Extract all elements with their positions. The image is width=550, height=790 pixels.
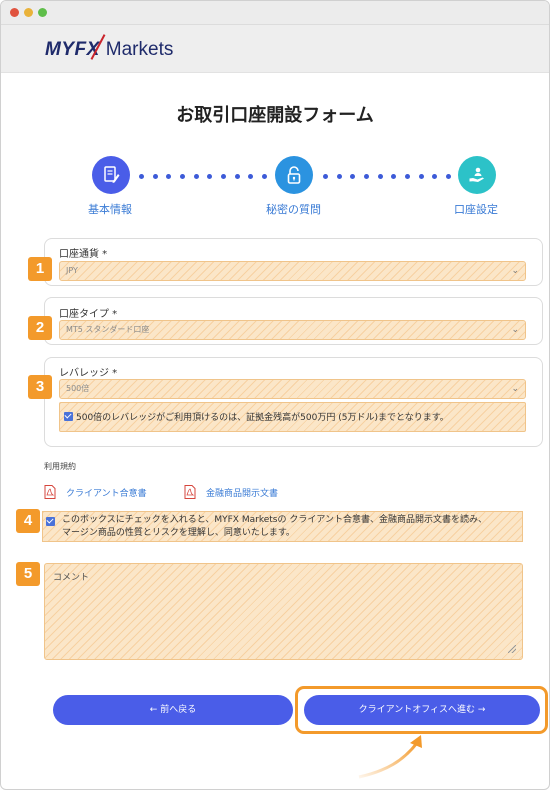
step-1-icon (92, 156, 130, 194)
step-3-label: 口座設定 (454, 203, 498, 216)
myfx-logo[interactable]: MYFX Markets (45, 34, 174, 63)
step-badge-5: 5 (16, 562, 40, 586)
step-badge-1: 1 (28, 257, 52, 281)
close-window-dot[interactable] (10, 8, 19, 17)
disclosure-document-link[interactable]: 金融商品開示文書 (184, 485, 278, 499)
minimize-window-dot[interactable] (24, 8, 33, 17)
back-button[interactable]: ← 前へ戻る (53, 695, 293, 725)
arrow-pointer-icon (358, 735, 422, 779)
hand-user-icon (469, 167, 484, 182)
terms-title: 利用規約 (44, 462, 76, 471)
step-2-icon (275, 156, 313, 194)
site-header: MYFX Markets (1, 25, 549, 73)
agreement-row: このボックスにチェックを入れると、MYFX Marketsの クライアント合意書… (42, 511, 523, 542)
step-badge-2: 2 (28, 316, 52, 340)
agreement-text-line-2: マージン商品の性質とリスクを理解し、同意いたします。 (62, 528, 295, 538)
step-badge-3: 3 (28, 375, 52, 399)
comment-textarea[interactable]: コメント (44, 563, 523, 660)
unlock-icon (287, 166, 301, 184)
step-badge-4: 4 (16, 509, 40, 533)
step-connector-2 (323, 174, 451, 179)
step-1-label: 基本情報 (88, 203, 132, 216)
currency-value: JPY (66, 266, 78, 275)
account-type-card: 口座タイプ * MT5 スタンダード口座 ⌄ (44, 297, 543, 345)
logo-text-markets: Markets (105, 39, 174, 60)
step-connector-1 (139, 174, 267, 179)
window-titlebar (1, 1, 549, 25)
leverage-note-text: 500倍のレバレッジがご利用頂けるのは、証拠金残高が500万円 (5万ドル)まで… (76, 413, 449, 423)
client-agreement-link[interactable]: クライアント合意書 (44, 485, 147, 499)
chevron-down-icon: ⌄ (511, 266, 519, 276)
document-edit-icon (104, 166, 120, 183)
currency-card: 口座通貨 * JPY ⌄ (44, 238, 543, 286)
step-3-icon (458, 156, 496, 194)
currency-label: 口座通貨 * (59, 249, 108, 260)
maximize-window-dot[interactable] (38, 8, 47, 17)
client-agreement-link-text: クライアント合意書 (66, 488, 147, 499)
pdf-icon (44, 485, 56, 499)
account-type-label: 口座タイプ * (59, 309, 118, 320)
account-type-value: MT5 スタンダード口座 (66, 325, 150, 334)
currency-select[interactable]: JPY ⌄ (59, 261, 526, 281)
agreement-text-line-1: このボックスにチェックを入れると、MYFX Marketsの クライアント合意書… (62, 515, 487, 525)
chevron-down-icon: ⌄ (511, 325, 519, 335)
account-type-select[interactable]: MT5 スタンダード口座 ⌄ (59, 320, 526, 340)
leverage-value: 500倍 (66, 384, 90, 393)
resize-handle-icon[interactable] (508, 645, 516, 653)
chevron-down-icon: ⌄ (511, 384, 519, 394)
leverage-card: レバレッジ * 500倍 ⌄ 500倍のレバレッジがご利用頂けるのは、証拠金残高… (44, 357, 543, 447)
page-title: お取引口座開設フォーム (176, 105, 374, 126)
leverage-label: レバレッジ * (59, 368, 118, 379)
browser-window: MYFX Markets お取引口座開設フォーム 基本情報 秘密の質問 口座設定… (0, 0, 550, 790)
leverage-note: 500倍のレバレッジがご利用頂けるのは、証拠金残高が500万円 (5万ドル)まで… (59, 402, 526, 432)
leverage-note-checkbox[interactable] (64, 412, 73, 421)
comment-placeholder: コメント (53, 573, 90, 583)
agreement-checkbox[interactable] (46, 517, 55, 526)
step-2-label: 秘密の質問 (266, 203, 321, 216)
pdf-icon (184, 485, 196, 499)
disclosure-document-link-text: 金融商品開示文書 (206, 488, 279, 499)
next-button[interactable]: クライアントオフィスへ進む → (304, 695, 540, 725)
leverage-select[interactable]: 500倍 ⌄ (59, 379, 526, 399)
